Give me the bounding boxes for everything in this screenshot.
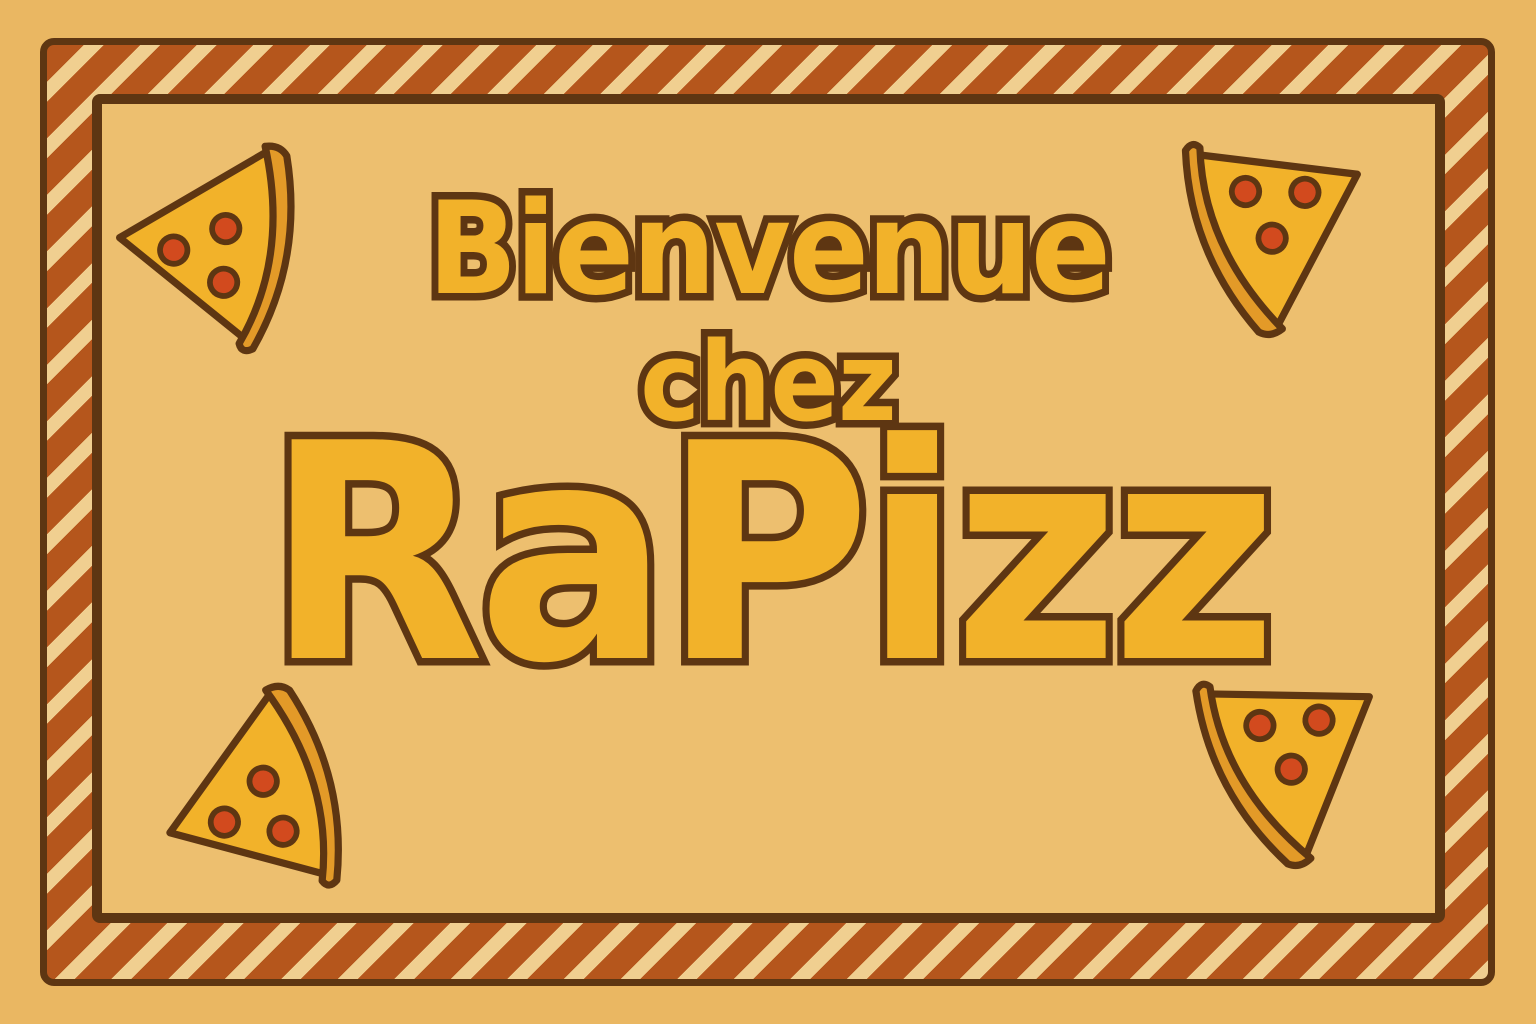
welcome-line: Bienvenue [0,168,1536,332]
brand-line: RaPizz [0,380,1536,729]
brand-name: RaPizz [259,380,1285,729]
welcome-text: Bienvenue [420,168,1117,332]
welcome-poster: Bienvenue chez RaPizz [0,0,1536,1024]
